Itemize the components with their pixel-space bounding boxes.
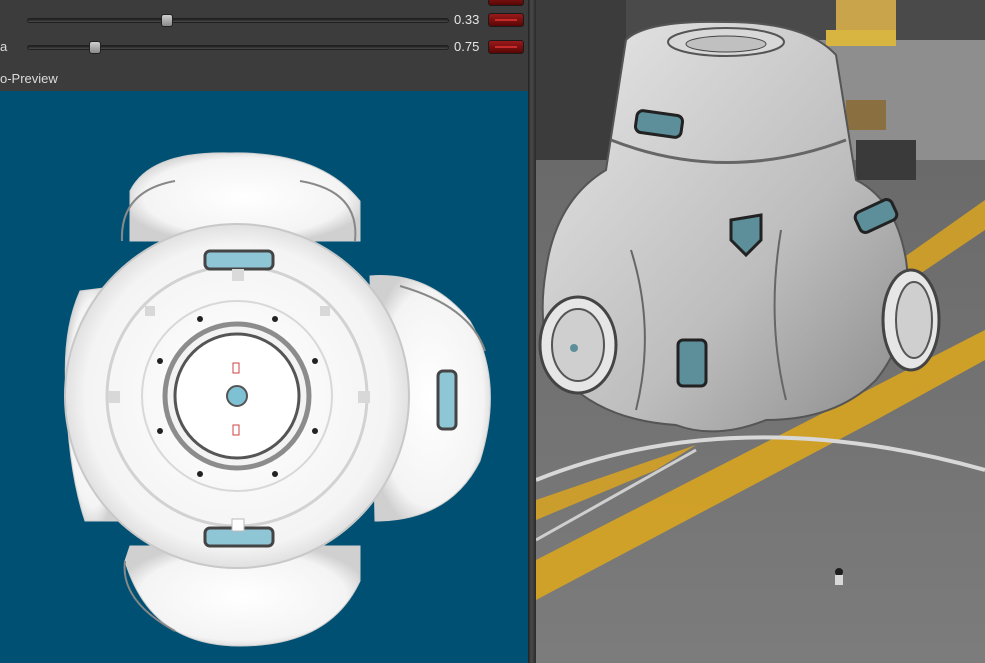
inspector-panel: 0.33 a 0.75 o-Preview [0,0,528,663]
slider-thumb[interactable] [160,14,173,27]
property-label: a [0,39,8,54]
color-swatch[interactable] [488,40,524,54]
panel-divider[interactable] [528,0,536,663]
property-row: 0.33 [0,9,528,31]
preview-title: o-Preview [0,71,58,86]
slider-value[interactable]: 0.75 [454,39,479,54]
preview-area[interactable] [0,91,528,663]
color-swatch[interactable] [488,13,524,27]
color-swatch[interactable] [488,0,524,6]
property-row: a 0.75 [0,36,528,58]
property-slider[interactable] [27,41,449,54]
slider-value[interactable]: 0.33 [454,12,479,27]
scene-viewport[interactable] [536,0,985,663]
property-slider[interactable] [27,14,449,27]
slider-thumb[interactable] [89,41,102,54]
module-preview-render [64,152,491,647]
scene-render [536,0,985,663]
